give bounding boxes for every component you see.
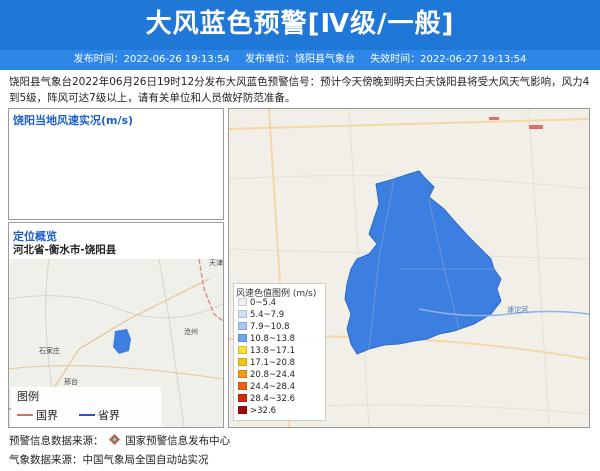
legend-item: 5.4~7.9 — [238, 310, 284, 321]
footer-weather-source: 气象数据来源：中国气象局全国自动站实况 — [9, 454, 209, 466]
warning-description: 饶阳县气象台2022年06月26日19时12分发布大风蓝色预警信号：预计今天傍晚… — [9, 76, 590, 104]
legend-swatch — [238, 406, 247, 414]
legend-item: 0~5.4 — [238, 298, 276, 309]
province-border-label: 省界 — [98, 409, 120, 422]
legend-swatch — [238, 394, 247, 402]
publisher: 发布单位：饶阳县气象台 — [245, 54, 355, 65]
wind-speed-legend: 风速色值图例 (m/s) 0~5.4 5.4~7.9 7.9~10.8 10.8… — [233, 283, 326, 421]
legend-swatch — [238, 382, 247, 390]
footer-warning-source: 预警信息数据来源： 国家预警信息发布中心 — [9, 434, 231, 447]
country-border-label: 国界 — [36, 409, 58, 422]
legend-swatch — [238, 358, 247, 366]
nmc-logo-icon — [108, 434, 120, 445]
legend-swatch — [238, 298, 247, 306]
warning-title: 大风蓝色预警[Ⅳ级/一般] — [145, 9, 455, 39]
river-label: 滹沱河 — [507, 305, 528, 314]
legend-item: 24.4~28.4 — [238, 382, 295, 393]
warning-header: 大风蓝色预警[Ⅳ级/一般] — [0, 0, 600, 50]
legend-item: 17.1~20.8 — [238, 358, 295, 369]
legend-item: 20.8~24.4 — [238, 370, 295, 381]
legend-item: >32.6 — [238, 406, 276, 417]
legend-item: 13.8~17.1 — [238, 346, 295, 357]
place-label: 天津 — [209, 259, 223, 267]
province-border-swatch — [79, 414, 95, 416]
publish-time: 发布时间：2022-06-26 19:13:54 — [73, 54, 230, 65]
legend-item: 28.4~32.6 — [238, 394, 295, 405]
country-border-swatch — [17, 414, 33, 416]
warning-meta-bar: 发布时间：2022-06-26 19:13:54 发布单位：饶阳县气象台 失效时… — [0, 50, 600, 70]
location-path: 河北省-衡水市-饶阳县 — [13, 244, 117, 256]
wind-speed-panel-title: 饶阳当地风速实况(m/s) — [13, 114, 134, 127]
location-overview-panel: 定位概览 河北省-衡水市-饶阳县 天津 石家庄 邢台 沧州 图例 国界 省界 — [8, 222, 224, 428]
legend-item: 7.9~10.8 — [238, 322, 290, 333]
map-mini-legend: 图例 国界 省界 — [11, 387, 161, 427]
legend-swatch — [238, 334, 247, 342]
warning-source-name: 国家预警信息发布中心 — [125, 435, 231, 447]
legend-swatch — [238, 310, 247, 318]
expire-time: 失效时间：2022-06-27 19:13:54 — [370, 54, 527, 65]
place-label: 邢台 — [64, 377, 78, 386]
legend-swatch — [238, 346, 247, 354]
place-label: 沧州 — [184, 327, 198, 336]
legend-swatch — [238, 370, 247, 378]
place-label: 石家庄 — [39, 346, 60, 355]
mini-legend-title: 图例 — [17, 390, 39, 403]
legend-item: 10.8~13.8 — [238, 334, 295, 345]
legend-swatch — [238, 322, 247, 330]
wind-speed-panel: 饶阳当地风速实况(m/s) — [8, 108, 224, 220]
